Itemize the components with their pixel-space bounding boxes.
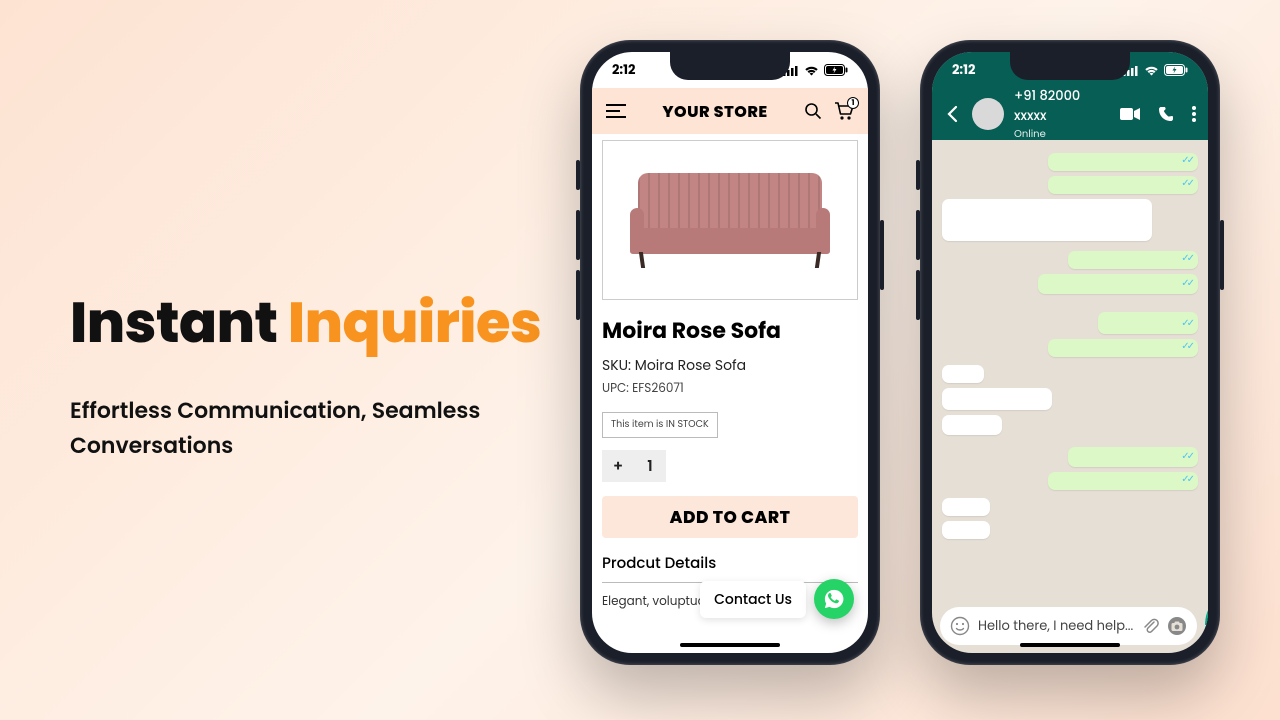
chat-body[interactable]: ✓✓ ✓✓ ✓✓ ✓✓ ✓✓ ✓✓ ✓✓ ✓✓ [932, 140, 1208, 605]
chat-bubble-out[interactable]: ✓✓ [1068, 447, 1198, 467]
contact-us-chip[interactable]: Contact Us [700, 579, 854, 619]
wifi-icon [1144, 65, 1159, 76]
home-indicator [1020, 643, 1120, 647]
chat-bubble-in[interactable] [942, 521, 990, 539]
chat-input-text: Hello there, I need help... [978, 616, 1133, 636]
hero-text: Instant Inquiries Effortless Communicati… [70, 280, 541, 463]
whatsapp-icon[interactable] [814, 579, 854, 619]
read-ticks-icon: ✓✓ [1181, 175, 1192, 191]
store-brand: YOUR STORE [662, 99, 767, 124]
chat-bubble-out[interactable]: ✓✓ [1048, 339, 1198, 357]
wifi-icon [804, 65, 819, 76]
read-ticks-icon: ✓✓ [1181, 275, 1192, 291]
read-ticks-icon: ✓✓ [1181, 338, 1192, 354]
sofa-illustration [630, 173, 830, 268]
product-image[interactable] [602, 140, 858, 300]
menu-icon[interactable] [606, 104, 626, 118]
product-sku: SKU: Moira Rose Sofa [602, 355, 858, 376]
chat-bubble-in[interactable] [942, 388, 1052, 410]
product-upc: UPC: EFS26071 [602, 380, 858, 398]
status-time: 2:12 [612, 60, 635, 80]
status-time: 2:12 [952, 60, 975, 80]
contact-us-label: Contact Us [700, 581, 806, 618]
chat-bubble-out[interactable]: ✓✓ [1068, 251, 1198, 269]
chat-bubble-in[interactable] [942, 199, 1152, 241]
phone-store: 2:12 YOUR STORE 1 [580, 40, 880, 665]
chat-number: +91 82000 xxxxx [1014, 86, 1110, 126]
hero-title: Instant Inquiries [70, 280, 541, 365]
avatar[interactable] [972, 98, 1004, 130]
status-icons [1123, 64, 1188, 76]
emoji-icon[interactable] [950, 616, 970, 636]
chat-bubble-out[interactable]: ✓✓ [1048, 153, 1198, 171]
chat-bubble-in[interactable] [942, 365, 984, 383]
more-icon[interactable] [1192, 106, 1196, 122]
hero-subtitle: Effortless Communication, Seamless Conve… [70, 393, 500, 463]
read-ticks-icon: ✓✓ [1181, 152, 1192, 168]
notch [670, 52, 790, 80]
chat-bubble-out[interactable]: ✓✓ [1098, 312, 1198, 334]
chat-header: +91 82000 xxxxx Online [932, 88, 1208, 140]
chat-input-bar: Hello there, I need help... [940, 607, 1200, 645]
product-details-title: Prodcut Details [602, 552, 858, 575]
chat-bubble-out[interactable]: ✓✓ [1048, 472, 1198, 490]
attach-icon[interactable] [1141, 617, 1159, 635]
chat-bubble-in[interactable] [942, 415, 1002, 435]
voice-call-icon[interactable] [1158, 106, 1174, 122]
search-icon[interactable] [804, 102, 822, 120]
battery-icon [824, 64, 848, 76]
status-icons [783, 64, 848, 76]
chat-text-input[interactable]: Hello there, I need help... [940, 607, 1197, 645]
notch [1010, 52, 1130, 80]
video-call-icon[interactable] [1120, 107, 1140, 121]
camera-icon[interactable] [1167, 616, 1187, 636]
chat-contact-info[interactable]: +91 82000 xxxxx Online [1014, 86, 1110, 142]
chat-bubble-out[interactable]: ✓✓ [1038, 274, 1198, 294]
stock-badge: This item is IN STOCK [602, 412, 718, 438]
hero-title-part1: Instant [70, 283, 288, 362]
hero-title-accent: Inquiries [288, 283, 542, 362]
store-header: YOUR STORE 1 [592, 88, 868, 134]
chat-bubble-in[interactable] [942, 498, 990, 516]
phone-chat: 2:12 +91 82000 xxxxx Online ✓✓ [920, 40, 1220, 665]
read-ticks-icon: ✓✓ [1181, 250, 1192, 266]
read-ticks-icon: ✓✓ [1181, 471, 1192, 487]
product-title: Moira Rose Sofa [602, 314, 858, 347]
cart-badge: 1 [847, 97, 859, 109]
quantity-stepper[interactable]: + 1 [602, 450, 666, 482]
read-ticks-icon: ✓✓ [1181, 315, 1192, 331]
back-icon[interactable] [944, 105, 962, 123]
mic-button[interactable] [1205, 607, 1208, 645]
read-ticks-icon: ✓✓ [1181, 448, 1192, 464]
battery-icon [1164, 64, 1188, 76]
add-to-cart-button[interactable]: ADD TO CART [602, 496, 858, 538]
home-indicator [680, 643, 780, 647]
cart-icon[interactable]: 1 [834, 102, 854, 120]
qty-value: 1 [634, 455, 666, 478]
chat-bubble-out[interactable]: ✓✓ [1048, 176, 1198, 194]
qty-plus[interactable]: + [602, 455, 634, 478]
